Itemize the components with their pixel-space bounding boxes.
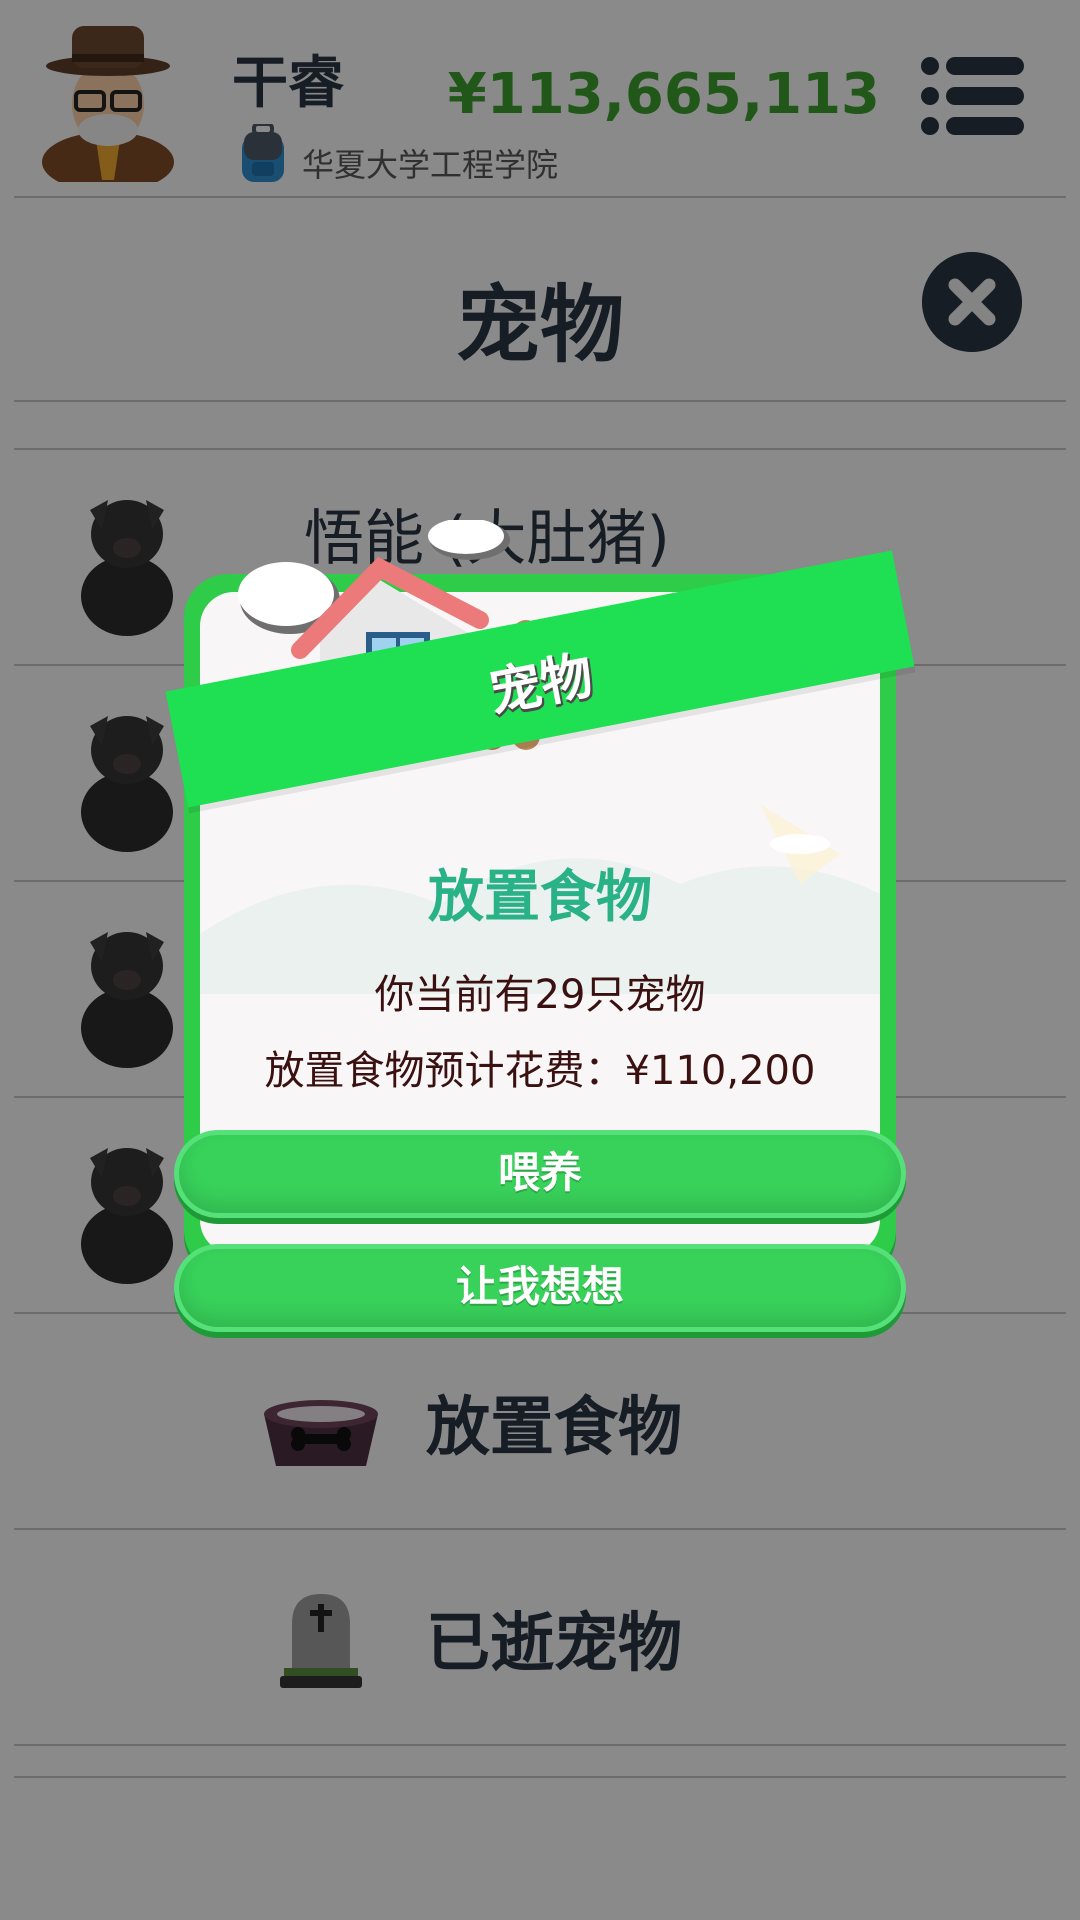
pet-count-text: 你当前有29只宠物 xyxy=(374,972,706,1018)
feed-confirm-button[interactable]: 喂养 xyxy=(174,1130,906,1218)
feed-cost-text: 放置食物预计花费：¥110,200 xyxy=(264,1048,816,1094)
dialog-heading: 放置食物 xyxy=(428,865,652,930)
think-again-button[interactable]: 让我想想 xyxy=(174,1244,906,1332)
